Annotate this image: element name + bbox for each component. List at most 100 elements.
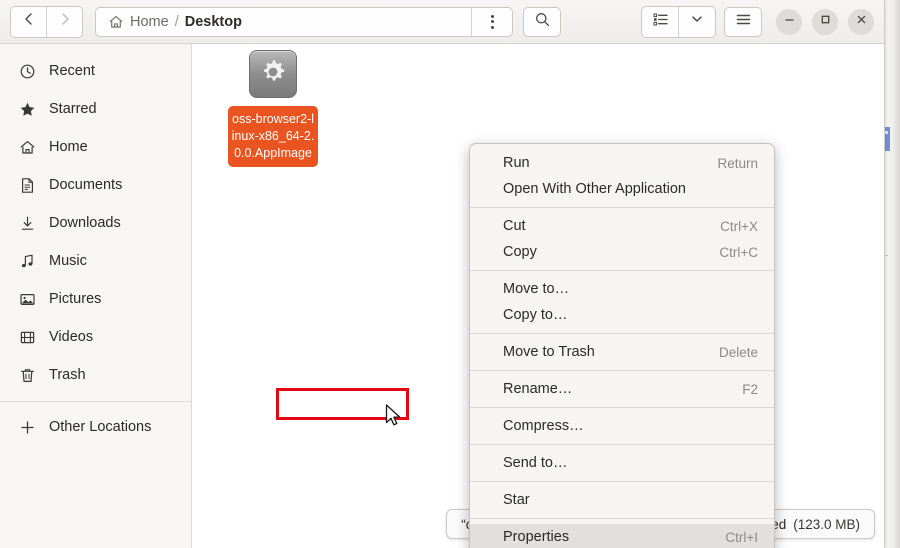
menu-item-label: Cut (503, 218, 526, 234)
close-button[interactable] (848, 8, 874, 35)
menu-divider (470, 481, 774, 482)
sidebar-item-pictures[interactable]: Pictures (0, 280, 191, 318)
menu-item-send-to[interactable]: Send to… (470, 450, 774, 476)
menu-item-move-to[interactable]: Move to… (470, 276, 774, 302)
file-list-area[interactable]: oss-browser2-linux-x86_64-2.0.0.AppImage… (192, 44, 884, 548)
picture-icon (18, 290, 36, 308)
menu-item-rename[interactable]: Rename… F2 (470, 376, 774, 402)
sidebar: Recent Starred Home Documents Downloads … (0, 44, 192, 548)
menu-item-label: Send to… (503, 455, 568, 471)
status-bar-size: (123.0 MB) (793, 516, 860, 532)
menu-item-shortcut: Ctrl+X (720, 218, 758, 234)
menu-item-move-to-trash[interactable]: Move to Trash Delete (470, 339, 774, 365)
menu-item-label: Rename… (503, 381, 573, 397)
chevron-left-icon (22, 12, 36, 31)
menu-item-shortcut: Ctrl+I (725, 529, 758, 545)
sidebar-item-trash[interactable]: Trash (0, 356, 191, 394)
back-button[interactable] (11, 6, 46, 37)
sidebar-divider (0, 401, 191, 402)
menu-item-copy-to[interactable]: Copy to… (470, 302, 774, 328)
sidebar-item-label: Starred (49, 101, 97, 117)
menu-item-label: Star (503, 492, 530, 508)
gear-icon (257, 56, 289, 93)
list-view-button[interactable] (642, 7, 678, 37)
forward-button[interactable] (46, 6, 82, 37)
breadcrumb-separator: / (174, 13, 179, 30)
trash-icon (18, 366, 36, 384)
sidebar-item-recent[interactable]: Recent (0, 52, 191, 90)
navigation-button-group (10, 5, 83, 38)
menu-item-properties[interactable]: Properties Ctrl+I (470, 524, 774, 548)
maximize-button[interactable] (812, 8, 838, 35)
sidebar-item-starred[interactable]: Starred (0, 90, 191, 128)
menu-item-compress[interactable]: Compress… (470, 413, 774, 439)
sidebar-item-label: Downloads (49, 215, 121, 231)
home-icon (108, 14, 124, 30)
hamburger-menu-icon (735, 11, 752, 33)
sidebar-item-label: Videos (49, 329, 94, 345)
sidebar-item-label: Other Locations (49, 419, 152, 435)
sidebar-item-label: Documents (49, 177, 123, 193)
view-options-dropdown-button[interactable] (678, 6, 715, 37)
menu-divider (470, 270, 774, 271)
view-mode-button-group (641, 5, 716, 38)
document-icon (18, 176, 36, 194)
home-icon (18, 138, 36, 156)
sidebar-item-music[interactable]: Music (0, 242, 191, 280)
video-icon (18, 328, 36, 346)
menu-divider (470, 370, 774, 371)
menu-item-label: Copy to… (503, 307, 568, 323)
search-icon (534, 11, 551, 33)
file-name-label: oss-browser2-linux-x86_64-2.0.0.AppImage (228, 106, 318, 167)
menu-item-shortcut: Delete (718, 344, 758, 360)
menu-item-run[interactable]: Run Return (470, 150, 774, 176)
menu-item-cut[interactable]: Cut Ctrl+X (470, 213, 774, 239)
sidebar-item-other-locations[interactable]: Other Locations (0, 408, 191, 446)
breadcrumb: Home / Desktop (96, 14, 471, 30)
menu-item-shortcut: Return (717, 155, 758, 171)
path-menu-button[interactable] (472, 14, 512, 29)
menu-item-label: Move to… (503, 281, 570, 297)
minimize-button[interactable] (776, 8, 802, 35)
header-bar: Home / Desktop (0, 0, 884, 44)
breadcrumb-current-label[interactable]: Desktop (185, 14, 242, 30)
menu-item-label: Compress… (503, 418, 584, 434)
context-menu: Run Return Open With Other Application C… (469, 143, 775, 548)
menu-item-star[interactable]: Star (470, 487, 774, 513)
chevron-down-icon (690, 12, 704, 31)
download-icon (18, 214, 36, 232)
plus-icon (18, 418, 36, 436)
menu-divider (470, 518, 774, 519)
menu-item-copy[interactable]: Copy Ctrl+C (470, 239, 774, 265)
search-button[interactable] (523, 6, 561, 37)
window-controls (776, 8, 874, 35)
sidebar-item-label: Pictures (49, 291, 102, 307)
menu-item-label: Move to Trash (503, 344, 595, 360)
menu-item-label: Copy (503, 244, 537, 260)
sidebar-item-downloads[interactable]: Downloads (0, 204, 191, 242)
minimize-icon (783, 13, 796, 31)
menu-item-label: Properties (503, 529, 570, 545)
sidebar-item-home[interactable]: Home (0, 128, 191, 166)
main-menu-button[interactable] (724, 6, 762, 37)
star-icon (18, 100, 36, 118)
menu-item-open-with-other-application[interactable]: Open With Other Application (470, 176, 774, 202)
list-view-icon (652, 11, 669, 33)
close-icon (855, 13, 868, 31)
path-bar: Home / Desktop (95, 6, 513, 37)
menu-item-label: Run (503, 155, 530, 171)
menu-divider (470, 444, 774, 445)
sidebar-item-label: Recent (49, 63, 95, 79)
menu-item-label: Open With Other Application (503, 181, 686, 197)
sidebar-item-documents[interactable]: Documents (0, 166, 191, 204)
window-body: Recent Starred Home Documents Downloads … (0, 44, 884, 548)
file-item[interactable]: oss-browser2-linux-x86_64-2.0.0.AppImage (228, 50, 318, 167)
sidebar-item-videos[interactable]: Videos (0, 318, 191, 356)
three-dots-icon (490, 14, 494, 29)
breadcrumb-home-label[interactable]: Home (130, 14, 169, 30)
sidebar-item-label: Trash (49, 367, 86, 383)
maximize-icon (819, 13, 832, 31)
appimage-thumbnail (249, 50, 297, 98)
menu-item-shortcut: F2 (742, 381, 758, 397)
sidebar-item-label: Music (49, 253, 87, 269)
